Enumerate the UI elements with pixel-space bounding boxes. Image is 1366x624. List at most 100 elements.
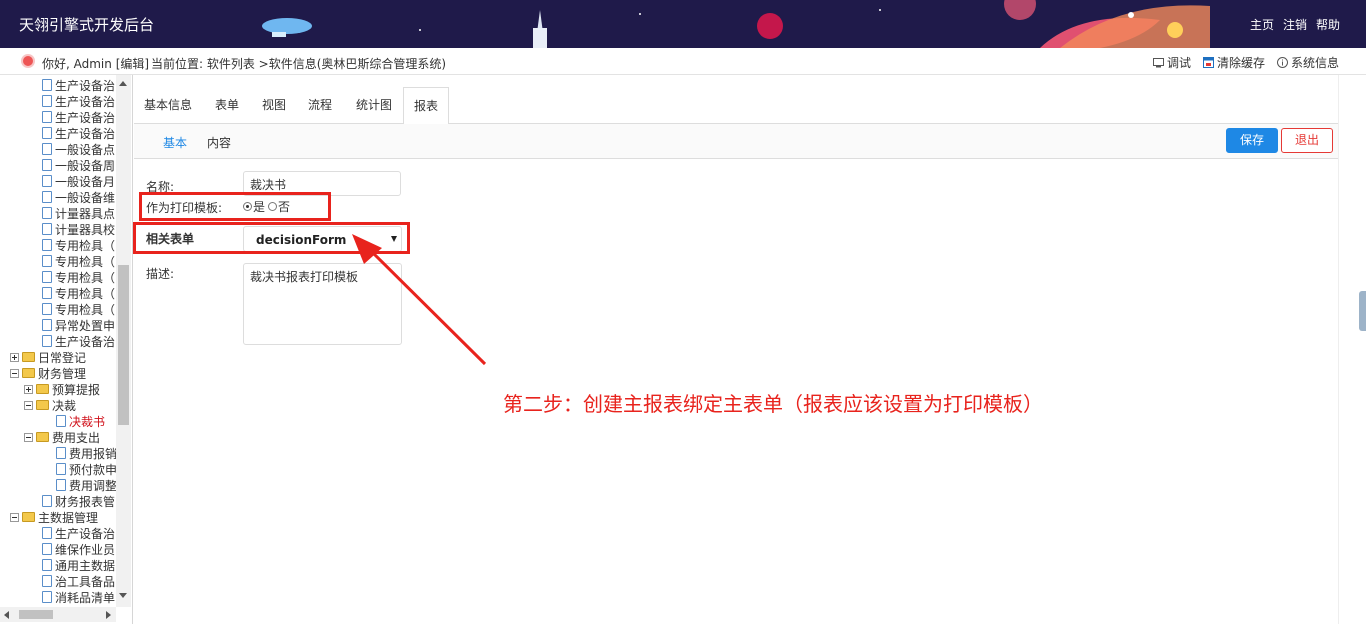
nav-home-link[interactable]: 主页 bbox=[1250, 16, 1274, 33]
tree-item-label: 治工具备品 bbox=[55, 574, 116, 589]
tree-item[interactable]: 一般设备点 bbox=[38, 141, 115, 157]
tree-item-label: 财务报表管 bbox=[55, 494, 116, 509]
module-tree: 消耗品清单 治工具备品 通用主数据 维保作业员 生产设备治 主数据管理 财务报表管 费用调整预… bbox=[0, 75, 133, 624]
tree-item[interactable]: 费用报销 bbox=[52, 445, 117, 461]
file-icon bbox=[42, 543, 52, 555]
tree-item[interactable]: 一般设备周 bbox=[38, 157, 115, 173]
collapse-icon[interactable] bbox=[24, 400, 33, 410]
subtab-content[interactable]: 内容 bbox=[207, 134, 231, 151]
scroll-thumb[interactable] bbox=[118, 265, 129, 425]
tree-item-label: 费用报销 bbox=[69, 446, 118, 461]
tree-item-label: 预算提报 bbox=[52, 382, 101, 397]
tree-item[interactable]: 财务报表管 bbox=[38, 493, 115, 509]
tree-item[interactable]: 治工具备品 bbox=[38, 573, 115, 589]
tree-item[interactable]: 异常处置申 bbox=[38, 317, 115, 333]
tree-item[interactable]: 主数据管理 bbox=[10, 509, 98, 525]
tab-form[interactable]: 表单 bbox=[205, 87, 249, 124]
tab-basic-info[interactable]: 基本信息 bbox=[134, 87, 202, 124]
debug-icon bbox=[1152, 58, 1164, 68]
tree-item[interactable]: 财务管理 bbox=[10, 365, 86, 381]
tree-item-label: 异常处置申 bbox=[55, 318, 116, 333]
tree-item[interactable]: 费用调整 bbox=[52, 477, 117, 493]
tree-item[interactable]: 生产设备治 bbox=[38, 525, 115, 541]
side-collapse-handle[interactable] bbox=[1359, 291, 1366, 331]
exit-button[interactable]: 退出 bbox=[1281, 128, 1333, 153]
debug-button[interactable]: 调试 bbox=[1152, 54, 1191, 71]
scroll-left-arrow-icon[interactable] bbox=[4, 611, 9, 619]
save-button[interactable]: 保存 bbox=[1226, 128, 1278, 153]
tree-item-label: 专用检具（ bbox=[55, 286, 116, 301]
tree-item[interactable]: 生产设备治 bbox=[38, 333, 115, 349]
tree-item[interactable]: 预付款申 bbox=[52, 461, 117, 477]
tree-item[interactable]: 生产设备治 bbox=[38, 77, 115, 93]
file-icon bbox=[42, 111, 52, 123]
tree-horizontal-scrollbar[interactable] bbox=[0, 607, 116, 622]
user-greeting[interactable]: 你好, Admin [编辑] bbox=[42, 55, 149, 72]
expand-icon[interactable] bbox=[10, 352, 19, 362]
tree-item[interactable]: 一般设备月 bbox=[38, 173, 115, 189]
main-tabs: 基本信息 表单 视图 流程 统计图 报表 bbox=[134, 87, 1338, 125]
scroll-down-arrow-icon[interactable] bbox=[119, 593, 127, 598]
file-icon bbox=[42, 255, 52, 267]
folder-icon bbox=[22, 512, 35, 522]
tab-chart[interactable]: 统计图 bbox=[346, 87, 402, 124]
tab-view[interactable]: 视图 bbox=[252, 87, 296, 124]
tree-item[interactable]: 专用检具（ bbox=[38, 285, 115, 301]
nav-help-link[interactable]: 帮助 bbox=[1316, 16, 1340, 33]
collapse-icon[interactable] bbox=[24, 432, 33, 442]
file-icon bbox=[42, 335, 52, 347]
tree-item-label: 维保作业员 bbox=[55, 542, 116, 557]
file-icon bbox=[42, 239, 52, 251]
annotation-text: 第二步：创建主报表绑定主表单（报表应该设置为打印模板） bbox=[503, 392, 1043, 416]
file-icon bbox=[42, 591, 52, 603]
file-icon bbox=[56, 463, 66, 475]
collapse-icon[interactable] bbox=[10, 368, 19, 378]
tree-item[interactable]: 预算提报 bbox=[24, 381, 100, 397]
file-icon bbox=[42, 495, 52, 507]
tree-item-label: 财务管理 bbox=[38, 366, 87, 381]
clear-cache-button[interactable]: 清除缓存 bbox=[1202, 54, 1265, 71]
tree-item-label: 计量器具点 bbox=[55, 206, 116, 221]
tree-item[interactable]: 专用检具（ bbox=[38, 269, 115, 285]
tree-item[interactable]: 专用检具（ bbox=[38, 237, 115, 253]
tab-flow[interactable]: 流程 bbox=[298, 87, 342, 124]
tree-item[interactable]: 消耗品清单 bbox=[38, 589, 115, 605]
tree-item-label: 一般设备周 bbox=[55, 158, 116, 173]
folder-icon bbox=[22, 368, 35, 378]
tree-item-label: 专用检具（ bbox=[55, 270, 116, 285]
scroll-up-arrow-icon[interactable] bbox=[119, 81, 127, 86]
tree-item[interactable]: 一般设备维 bbox=[38, 189, 115, 205]
tree-item-label: 一般设备维 bbox=[55, 190, 116, 205]
tree-item[interactable]: 生产设备治 bbox=[38, 125, 115, 141]
file-icon bbox=[42, 303, 52, 315]
tree-item[interactable]: 生产设备治 bbox=[38, 93, 115, 109]
collapse-icon[interactable] bbox=[10, 512, 19, 522]
hscroll-thumb[interactable] bbox=[19, 610, 53, 619]
tree-item[interactable]: 决裁 bbox=[24, 397, 76, 413]
scroll-right-arrow-icon[interactable] bbox=[106, 611, 111, 619]
expand-icon[interactable] bbox=[24, 384, 33, 394]
tree-item[interactable]: 计量器具校 bbox=[38, 221, 115, 237]
tree-item-label: 费用支出 bbox=[52, 430, 101, 445]
tree-item[interactable]: 专用检具（ bbox=[38, 301, 115, 317]
annotation-arrow-icon bbox=[352, 234, 487, 366]
tree-item[interactable]: 通用主数据 bbox=[38, 557, 115, 573]
tree-item[interactable]: 维保作业员 bbox=[38, 541, 115, 557]
tree-item[interactable]: 日常登记 bbox=[10, 349, 86, 365]
file-icon bbox=[56, 447, 66, 459]
tree-item[interactable]: 决裁书 bbox=[52, 413, 105, 429]
tree-item[interactable]: 生产设备治 bbox=[38, 109, 115, 125]
tree-item[interactable]: 费用支出 bbox=[24, 429, 100, 445]
tree-item[interactable]: 计量器具点 bbox=[38, 205, 115, 221]
info-icon bbox=[1276, 57, 1288, 68]
folder-icon bbox=[36, 384, 49, 394]
nav-logout-link[interactable]: 注销 bbox=[1283, 16, 1307, 33]
subtab-basic[interactable]: 基本 bbox=[163, 134, 187, 151]
tree-vertical-scrollbar[interactable] bbox=[116, 75, 131, 607]
tree-item-label: 决裁书 bbox=[69, 414, 106, 429]
system-info-button[interactable]: 系统信息 bbox=[1276, 54, 1339, 71]
file-icon bbox=[42, 95, 52, 107]
tree-item[interactable]: 专用检具（ bbox=[38, 253, 115, 269]
top-banner: 天翎引擎式开发后台 主页 注销 帮助 bbox=[0, 0, 1366, 48]
tab-report[interactable]: 报表 bbox=[403, 87, 450, 125]
